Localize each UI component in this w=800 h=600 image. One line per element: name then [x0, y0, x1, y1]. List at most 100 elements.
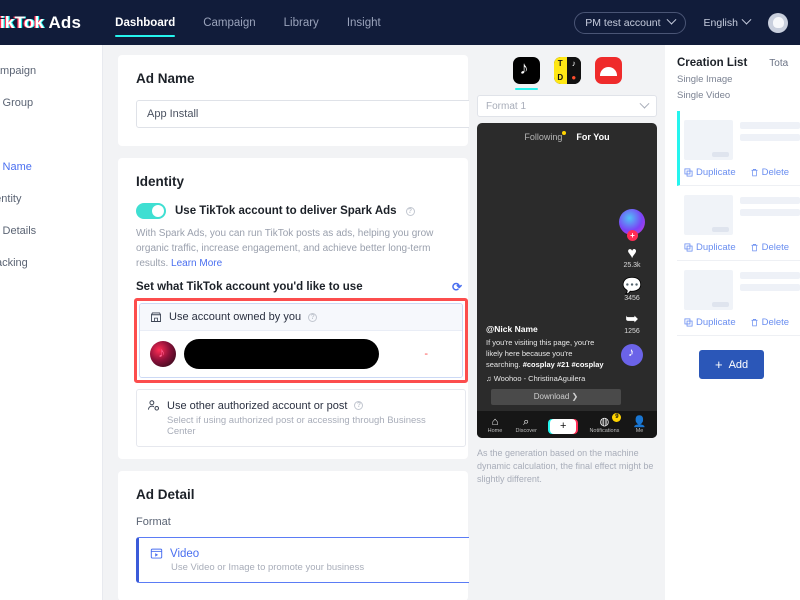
sidebar-item-campaign[interactable]: Campaign	[0, 55, 102, 87]
avatar[interactable]	[768, 12, 788, 33]
interaction-rail: + ♥ 25.3k 💬 3456 ➥ 1256	[615, 209, 649, 366]
format-option-video-sub: Use Video or Image to promote your busin…	[171, 562, 365, 573]
sidebar-item-ad-group[interactable]: Ad Group	[0, 87, 102, 119]
add-button-label: Add	[728, 358, 749, 371]
add-button[interactable]: + Add	[699, 350, 765, 379]
brand-ads-text: Ads	[48, 12, 82, 32]
use-other-account-option[interactable]: Use other authorized account or post ? S…	[136, 389, 466, 447]
refresh-icon[interactable]: ⟳	[452, 280, 462, 294]
notification-badge: 9	[612, 412, 622, 422]
sidebar-item-tracking[interactable]: Tracking	[0, 247, 102, 279]
creation-list-total: Tota	[769, 58, 789, 69]
language-selector[interactable]: English	[703, 14, 752, 29]
ad-preview-panel: T ♪ D ● Format 1 Following For You +	[469, 45, 665, 600]
nav-item-dashboard[interactable]: Dashboard	[115, 0, 176, 45]
use-own-account-option[interactable]: Use account owned by you ? -	[139, 303, 463, 378]
follow-plus-icon[interactable]: +	[627, 230, 638, 241]
tab-following[interactable]: Following	[524, 131, 567, 142]
account-selector[interactable]: PM test account	[574, 11, 686, 34]
main-form-column: Ad Name Identity Use TikTok account to d…	[103, 45, 469, 600]
bottom-nav-discover-label: Discover	[515, 427, 537, 434]
nav-item-campaign[interactable]: Campaign	[203, 0, 255, 45]
share-icon[interactable]: ➥	[615, 311, 649, 328]
info-icon[interactable]: ?	[405, 206, 415, 216]
comment-icon[interactable]: 💬	[615, 278, 649, 295]
creator-avatar[interactable]: +	[619, 209, 645, 241]
duplicate-button[interactable]: Duplicate	[684, 167, 736, 178]
sidebar-item-ad[interactable]: Ad	[0, 119, 102, 151]
bottom-nav-home[interactable]: ⌂ Home	[488, 416, 503, 434]
pangle-icon[interactable]	[594, 57, 622, 84]
creation-card[interactable]: Duplicate Delete	[677, 111, 800, 186]
nav-item-insight[interactable]: Insight	[347, 0, 381, 45]
tab-for-you[interactable]: For You	[576, 132, 609, 142]
tiktok-icon[interactable]	[512, 57, 540, 90]
info-icon[interactable]: ?	[354, 401, 364, 410]
creation-thumbnail	[684, 270, 733, 310]
nav-item-library[interactable]: Library	[284, 0, 319, 45]
account-selector-label: PM test account	[585, 16, 661, 29]
creation-skeleton-lines	[740, 120, 800, 160]
format-select-dropdown[interactable]: Format 1	[477, 95, 657, 117]
heart-icon[interactable]: ♥	[615, 245, 649, 262]
main-nav-items: Dashboard Campaign Library Insight	[115, 0, 381, 45]
bottom-nav-me[interactable]: 👤 Me	[633, 416, 647, 434]
delete-button[interactable]: Delete	[750, 167, 789, 178]
selected-account-row[interactable]: -	[140, 331, 462, 377]
creation-card[interactable]: Duplicate Delete	[677, 261, 800, 336]
ad-name-card: Ad Name	[118, 55, 469, 146]
cta-download-button[interactable]: Download ❯	[491, 389, 621, 405]
delete-label: Delete	[761, 317, 790, 328]
topbuzz-quad-3: D	[553, 70, 567, 84]
tab-following-label: Following	[524, 132, 563, 142]
spark-ads-help-text: With Spark Ads, you can run TikTok posts…	[136, 226, 456, 271]
sidebar-item-ad-details[interactable]: Ad Details	[0, 215, 102, 247]
info-icon[interactable]: ?	[308, 312, 318, 322]
video-caption: @Nick Name If you're visiting this page,…	[486, 324, 606, 383]
video-icon	[150, 548, 163, 559]
use-own-account-label: Use account owned by you	[169, 311, 302, 323]
language-selector-label: English	[703, 16, 738, 29]
sidebar-item-ad-name[interactable]: Ad Name	[0, 151, 102, 183]
creation-list-header: Creation List Tota	[677, 57, 800, 69]
brand-logo: ikTok Ads	[0, 13, 81, 33]
delete-button[interactable]: Delete	[750, 242, 789, 253]
format-option-video[interactable]: Video Use Video or Image to promote your…	[136, 537, 469, 583]
format-option-video-title-row: Video	[150, 547, 460, 560]
caption-music[interactable]: ♫ Woohoo - ChristinaAguilera	[486, 374, 606, 383]
ad-detail-heading: Ad Detail	[136, 487, 195, 502]
store-icon	[151, 312, 161, 322]
delete-button[interactable]: Delete	[750, 317, 789, 328]
creation-skeleton-lines	[740, 270, 800, 310]
learn-more-link[interactable]: Learn More	[171, 258, 222, 269]
search-icon: ⌕	[523, 415, 530, 428]
music-disc-icon[interactable]	[621, 344, 643, 366]
caption-hashtags[interactable]: #cosplay #21 #cosplay	[523, 360, 604, 369]
header-right-controls: PM test account English	[574, 11, 800, 34]
copy-icon	[684, 168, 693, 177]
creation-thumbnail	[684, 195, 733, 235]
sidebar-item-identity[interactable]: Identity	[0, 183, 102, 215]
bottom-nav-notifications-label: Notifications	[589, 427, 620, 434]
topbuzz-icon[interactable]: T ♪ D ●	[553, 57, 581, 84]
creation-card-actions: Duplicate Delete	[684, 167, 800, 178]
bottom-nav-create[interactable]: +	[550, 416, 577, 434]
format-select-value: Format 1	[486, 100, 527, 112]
ad-name-heading: Ad Name	[136, 71, 195, 86]
spark-ads-toggle[interactable]	[136, 203, 166, 219]
home-icon: ⌂	[491, 415, 499, 428]
format-option-video-title: Video	[170, 547, 200, 560]
page-body: Campaign Ad Group Ad Ad Name Identity Ad…	[0, 45, 800, 600]
bottom-nav-home-label: Home	[487, 427, 503, 434]
like-count: 25.3k	[623, 262, 641, 269]
share-count: 1256	[624, 328, 640, 335]
bottom-nav-notifications[interactable]: ◍ 9 Notifications	[589, 412, 622, 434]
ad-name-input[interactable]	[136, 100, 469, 128]
creation-card[interactable]: Duplicate Delete	[677, 186, 800, 261]
bottom-nav-discover[interactable]: ⌕ Discover	[516, 416, 537, 434]
duplicate-button[interactable]: Duplicate	[684, 242, 736, 253]
use-other-account-sub: Select if using authorized post or acces…	[167, 415, 426, 437]
caption-username[interactable]: @Nick Name	[486, 324, 606, 334]
duplicate-button[interactable]: Duplicate	[684, 317, 736, 328]
caption-text: If you're visiting this page, you're lik…	[486, 337, 606, 370]
